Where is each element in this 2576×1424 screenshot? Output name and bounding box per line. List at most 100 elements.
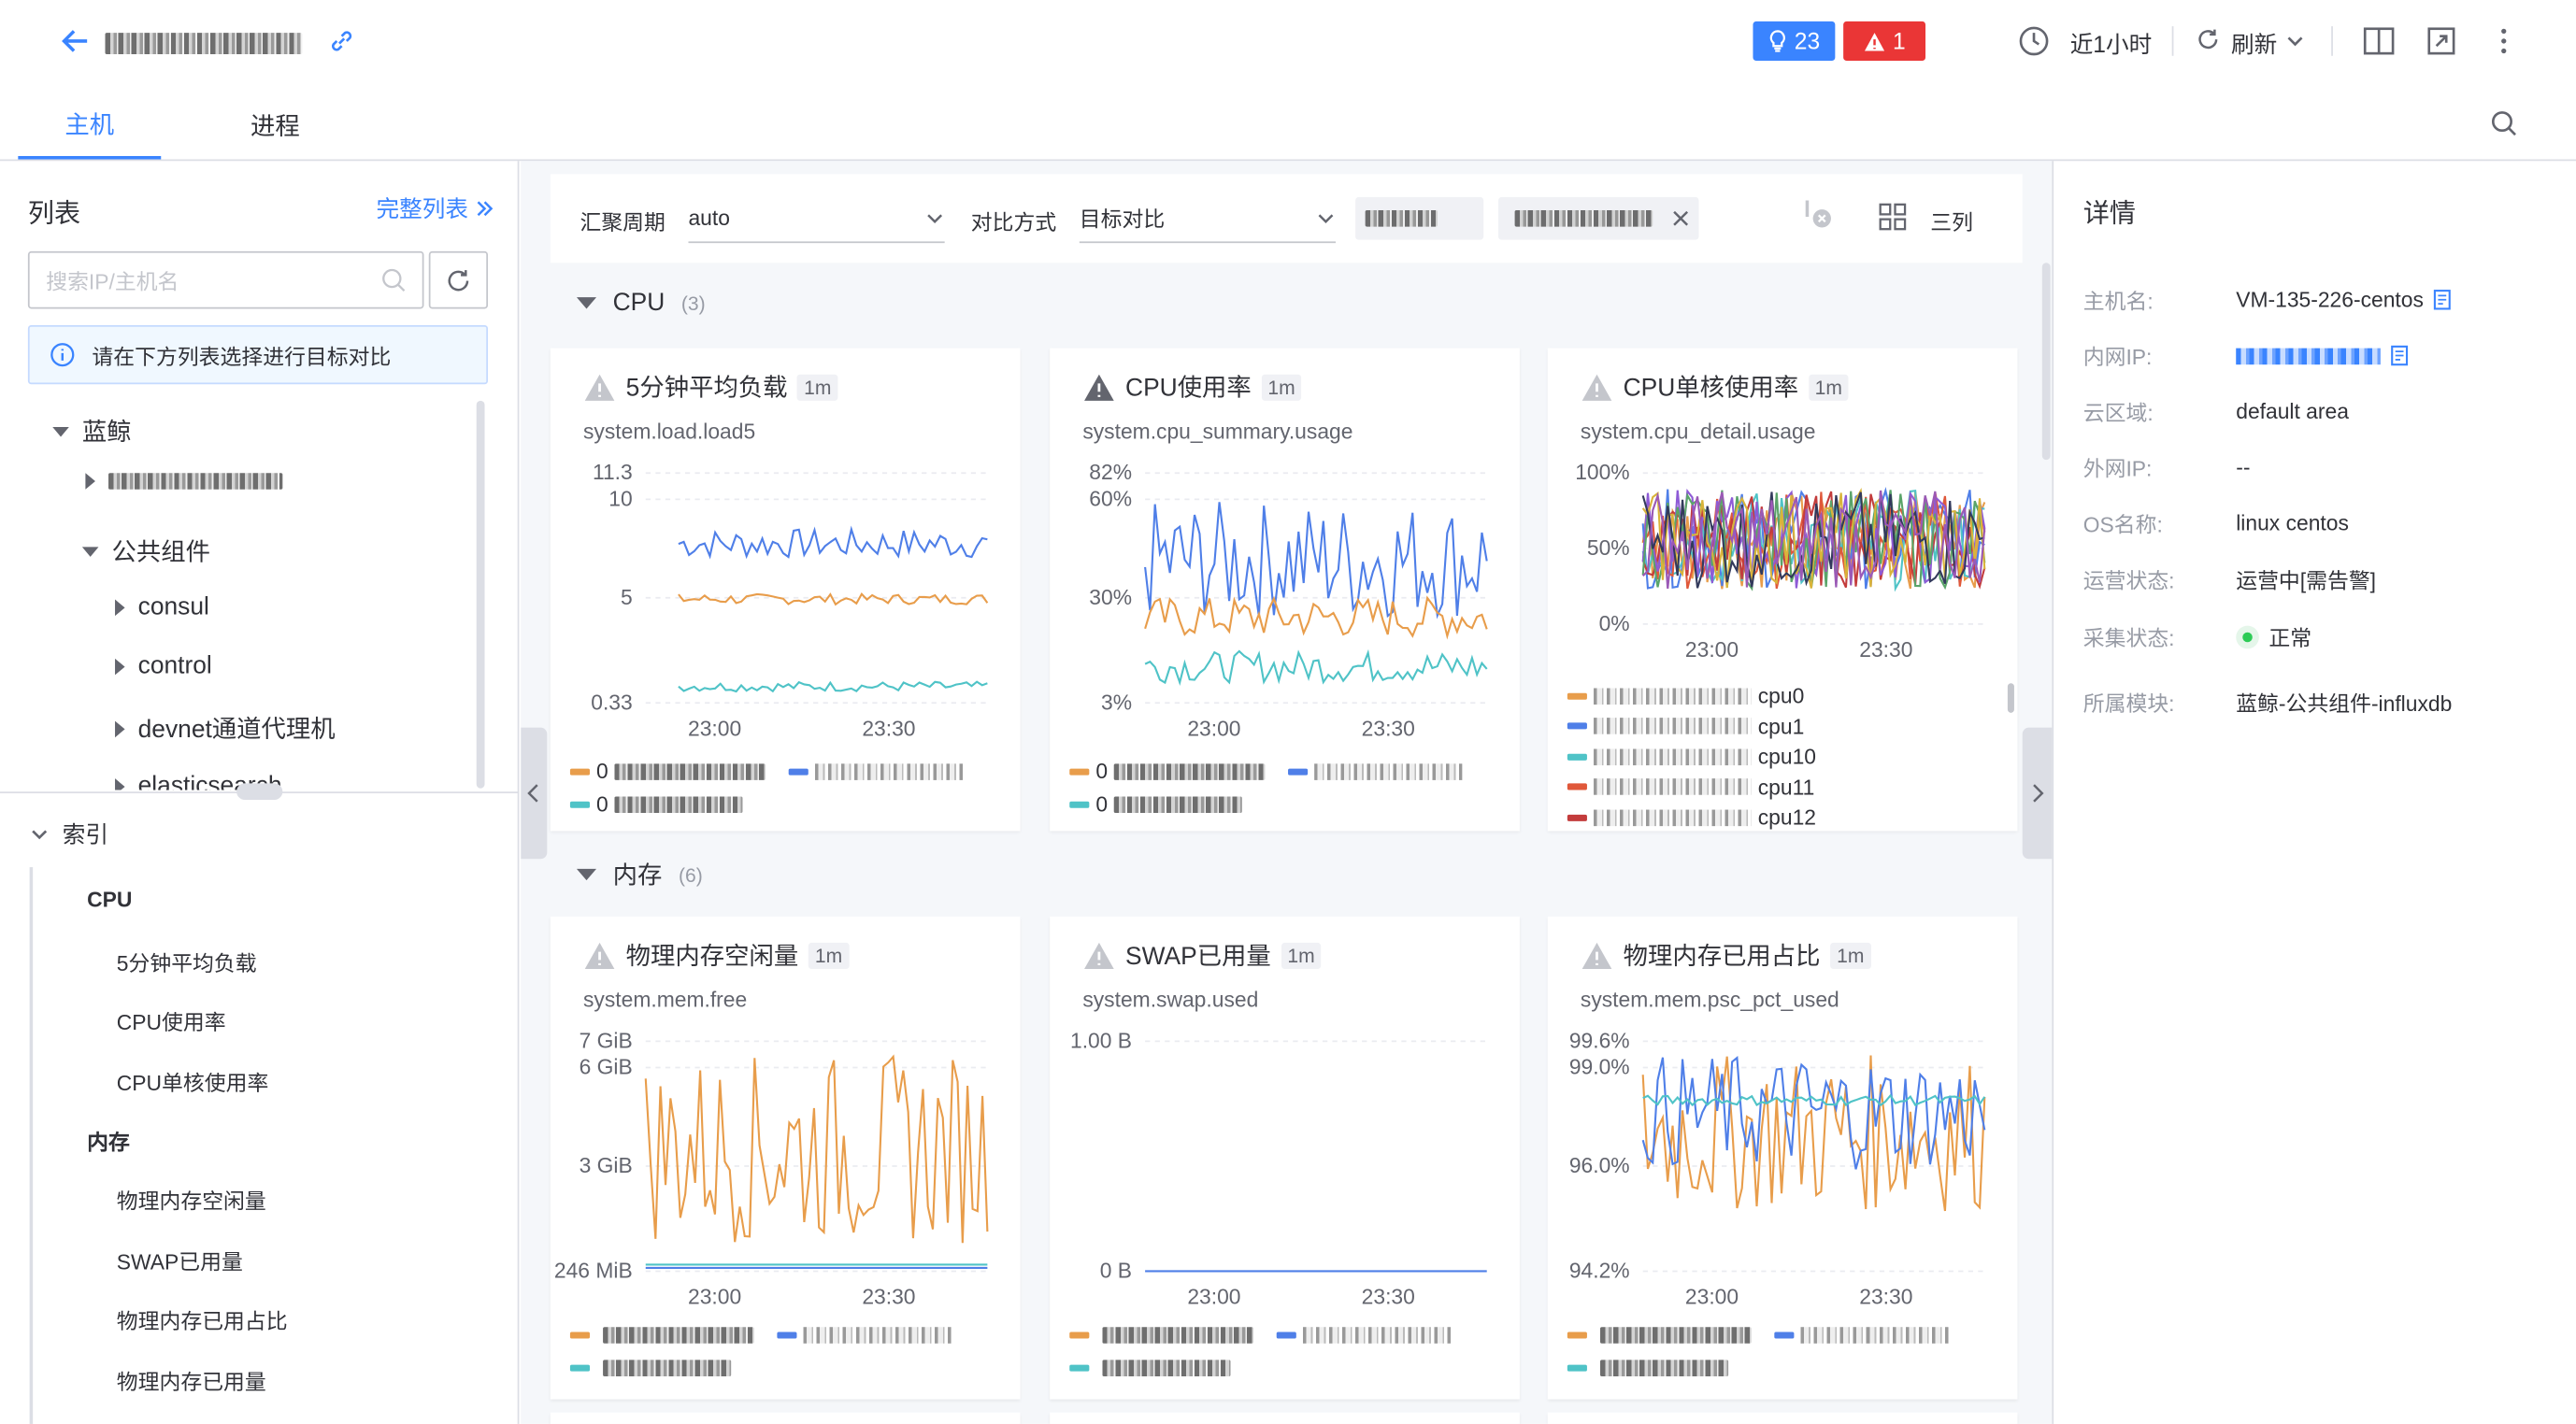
period-select[interactable]: auto bbox=[688, 193, 945, 244]
reload-button[interactable] bbox=[428, 250, 489, 309]
full-list-link[interactable]: 完整列表 bbox=[377, 192, 495, 225]
tree-label: 蓝鲸 bbox=[81, 419, 132, 448]
x-tick-label: 23:30 bbox=[862, 1285, 915, 1309]
copy-icon[interactable] bbox=[2433, 289, 2453, 310]
warning-icon[interactable] bbox=[1082, 940, 1115, 970]
legend-item[interactable]: 0 bbox=[569, 759, 964, 783]
search-input-box[interactable]: 搜索IP/主机名 bbox=[27, 250, 424, 309]
index-item[interactable]: 物理内存已用量 bbox=[117, 1365, 266, 1396]
columns-button[interactable]: 三列 bbox=[1930, 206, 1973, 236]
metric-card[interactable]: CPU使用率 1m system.cpu_summary.usage 82% 60% 30… bbox=[1050, 348, 1520, 832]
legend-label: cpu12 bbox=[1757, 805, 1816, 830]
redacted-text bbox=[1593, 778, 1752, 795]
alert-badge[interactable]: 1 bbox=[1843, 21, 1926, 62]
y-tick-label: 3% bbox=[1101, 690, 1132, 714]
left-panel: 列表 完整列表 搜索IP/主机名 请在下方列表选择进行目标对比 蓝鲸 公共组件 … bbox=[0, 161, 520, 1424]
legend-item[interactable]: cpu1 bbox=[1567, 714, 1804, 738]
tree-node-consul[interactable]: consul bbox=[115, 593, 209, 620]
tree-node-devnet[interactable]: devnet通道代理机 bbox=[115, 711, 336, 746]
index-item[interactable]: 物理内存空闲量 bbox=[117, 1184, 266, 1215]
metric-card[interactable]: 物理内存已用占比 1m system.mem.psc_pct_used 99.6% 99… bbox=[1547, 916, 2018, 1400]
legend-item[interactable] bbox=[569, 1327, 952, 1344]
clear-icon[interactable] bbox=[1802, 197, 1835, 230]
legend-item[interactable] bbox=[569, 1360, 732, 1376]
back-arrow-icon[interactable] bbox=[59, 24, 92, 57]
search-icon[interactable] bbox=[2491, 110, 2517, 136]
fullscreen-icon[interactable] bbox=[2426, 26, 2456, 56]
line-chart[interactable]: 1.00 B 0 B 23:00 23:30 bbox=[1050, 1021, 1520, 1333]
main-scrollbar[interactable] bbox=[2041, 263, 2051, 461]
legend-item[interactable] bbox=[1567, 1327, 1949, 1344]
metric-card[interactable] bbox=[550, 1412, 1021, 1424]
grid-layout-icon[interactable] bbox=[1878, 202, 1908, 232]
legend-item[interactable]: 0 bbox=[1069, 791, 1243, 817]
chevron-down-icon bbox=[1316, 207, 1336, 227]
refresh-button[interactable]: 刷新 bbox=[2231, 28, 2277, 61]
detail-key: 所属模块: bbox=[2082, 691, 2175, 717]
legend-label: cpu10 bbox=[1757, 744, 1816, 769]
line-chart[interactable]: 82%60% 30% 3% 23:00 23:30 bbox=[1050, 453, 1520, 765]
legend-item[interactable]: cpu12 bbox=[1567, 805, 1816, 830]
chevron-down-icon[interactable] bbox=[2285, 31, 2305, 50]
line-chart[interactable]: 99.6% 99.0% 96.0% 94.2% 23:00 23:30 bbox=[1548, 1021, 2018, 1333]
metric-card[interactable]: 5分钟平均负载 1m system.load.load5 11.3 10 5 0.33 23:… bbox=[550, 348, 1021, 832]
index-header[interactable]: 索引 bbox=[30, 818, 108, 850]
tree-node-root[interactable]: 蓝鲸 bbox=[52, 414, 132, 449]
index-item[interactable]: SWAP已用量 bbox=[117, 1245, 243, 1275]
metric-card[interactable]: SWAP已用量 1m system.swap.used 1.00 B 0 B 23:00 2… bbox=[1050, 916, 1520, 1400]
collapse-left-toggle[interactable] bbox=[521, 727, 548, 860]
metric-card[interactable]: 物理内存空闲量 1m system.mem.free 7 GiB 6 GiB 3 GiB 2… bbox=[550, 916, 1021, 1400]
split-view-icon[interactable] bbox=[2363, 26, 2396, 56]
tree-node-control[interactable]: control bbox=[115, 652, 212, 680]
interval-tag: 1m bbox=[797, 373, 838, 400]
more-menu-icon[interactable] bbox=[2491, 26, 2517, 56]
caret-down-icon bbox=[576, 868, 597, 881]
compare-select[interactable]: 目标对比 bbox=[1079, 193, 1337, 244]
tree-scrollbar[interactable] bbox=[476, 400, 485, 789]
link-icon[interactable] bbox=[329, 28, 355, 54]
redacted-text bbox=[1314, 762, 1463, 780]
legend-item[interactable]: cpu0 bbox=[1567, 683, 1804, 708]
index-section-cpu[interactable]: CPU bbox=[87, 887, 132, 911]
index-item[interactable]: 物理内存已用占比 bbox=[117, 1304, 288, 1335]
warning-icon[interactable] bbox=[1581, 372, 1613, 402]
tree-node-group[interactable]: 公共组件 bbox=[81, 534, 210, 568]
legend-scrollbar[interactable] bbox=[2007, 683, 2014, 713]
index-item[interactable]: 5分钟平均负载 bbox=[117, 946, 257, 976]
search-input[interactable]: 搜索IP/主机名 bbox=[46, 264, 179, 295]
legend-item[interactable] bbox=[1567, 1360, 1729, 1376]
warning-icon[interactable] bbox=[1082, 372, 1115, 402]
section-header[interactable]: 内存 (6) bbox=[576, 858, 703, 892]
line-chart[interactable]: 7 GiB 6 GiB 3 GiB 246 MiB 23:00 23:30 bbox=[551, 1021, 1021, 1333]
target-tag[interactable] bbox=[1355, 196, 1484, 240]
insight-badge[interactable]: 23 bbox=[1753, 21, 1836, 62]
legend-item[interactable] bbox=[1069, 1327, 1452, 1344]
section-header[interactable]: CPU (3) bbox=[576, 289, 706, 317]
copy-icon[interactable] bbox=[2390, 345, 2410, 366]
tree-node-redacted[interactable] bbox=[85, 473, 283, 490]
warning-icon[interactable] bbox=[583, 372, 616, 402]
line-chart[interactable]: 11.310 5 0.33 23:00 23:30 bbox=[551, 453, 1021, 765]
index-section-memory[interactable]: 内存 bbox=[87, 1125, 130, 1156]
resize-handle[interactable] bbox=[236, 783, 283, 800]
close-icon[interactable] bbox=[1672, 210, 1689, 227]
index-item[interactable]: CPU使用率 bbox=[117, 1005, 226, 1036]
target-tag[interactable] bbox=[1498, 196, 1699, 240]
tab-process[interactable]: 进程 bbox=[204, 91, 347, 160]
warning-icon[interactable] bbox=[1581, 940, 1613, 970]
legend-item[interactable]: 0 bbox=[1069, 759, 1463, 783]
y-tick-label: 100% bbox=[1575, 460, 1629, 484]
warning-icon[interactable] bbox=[583, 940, 616, 970]
legend-item[interactable]: cpu10 bbox=[1567, 744, 1816, 769]
detail-row-collect: 采集状态: 正常 bbox=[2083, 620, 2311, 651]
legend-item[interactable]: 0 bbox=[569, 791, 743, 817]
legend-item[interactable]: cpu11 bbox=[1567, 775, 1814, 799]
metric-card[interactable]: CPU单核使用率 1m system.cpu_detail.usage 100% 50%… bbox=[1547, 348, 2018, 832]
metric-card[interactable] bbox=[1050, 1412, 1520, 1424]
metric-card[interactable] bbox=[1547, 1412, 2018, 1424]
legend-item[interactable] bbox=[1069, 1360, 1231, 1376]
collapse-right-toggle[interactable] bbox=[2022, 727, 2053, 860]
time-range-selector[interactable]: 近1小时 bbox=[2070, 28, 2153, 61]
index-item[interactable]: CPU单核使用率 bbox=[117, 1066, 269, 1097]
tab-host[interactable]: 主机 bbox=[18, 91, 162, 160]
